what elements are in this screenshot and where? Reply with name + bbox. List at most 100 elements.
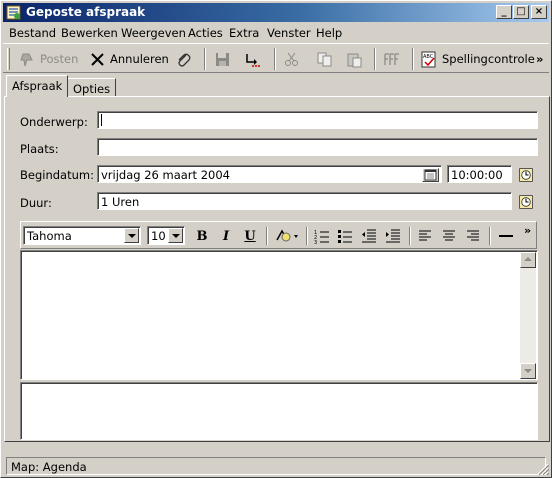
scissors-icon: [285, 52, 298, 66]
tab-afspraak[interactable]: Afspraak: [6, 75, 69, 97]
align-right-button[interactable]: [463, 227, 483, 245]
close-x-icon: [91, 52, 104, 66]
indent-icon: [386, 229, 400, 243]
font-family-value: Tahoma: [27, 229, 72, 243]
bullet-list-button[interactable]: [335, 227, 355, 245]
location-input[interactable]: [97, 138, 538, 156]
toolbar-overflow-chevron[interactable]: »: [536, 49, 543, 69]
attach-button[interactable]: [175, 49, 196, 69]
vertical-scrollbar[interactable]: [520, 252, 536, 379]
format-toolbar: Tahoma 10 B I U 1 2 3 »: [20, 221, 537, 249]
scroll-up-arrow-icon[interactable]: [520, 252, 536, 268]
toolbar-grip[interactable]: [7, 48, 10, 70]
font-family-select[interactable]: Tahoma: [23, 226, 141, 245]
duration-field[interactable]: 1 Uren: [97, 192, 512, 210]
subject-input[interactable]: [97, 111, 538, 129]
clock-icon[interactable]: [519, 168, 533, 182]
title-bar[interactable]: Geposte afspraak _ □ ×: [3, 3, 549, 22]
clock-icon[interactable]: [519, 195, 533, 209]
menu-bewerken[interactable]: Bewerken: [61, 26, 118, 40]
bold-button[interactable]: B: [192, 227, 212, 245]
notes-area[interactable]: [20, 382, 538, 440]
menu-help[interactable]: Help: [316, 26, 342, 40]
svg-text:3: 3: [314, 240, 317, 244]
font-color-button[interactable]: [273, 227, 301, 245]
underline-button[interactable]: U: [240, 227, 260, 245]
font-icon: [384, 52, 399, 65]
window-title: Geposte afspraak: [26, 5, 146, 19]
resize-grip-icon[interactable]: [537, 463, 549, 475]
menu-venster[interactable]: Venster: [267, 26, 311, 40]
copy-icon: [317, 52, 332, 66]
post-button[interactable]: Posten: [19, 49, 78, 69]
align-center-icon: [443, 230, 455, 241]
toolbar-separator: [306, 227, 308, 245]
font-color-icon: [276, 229, 298, 242]
numbered-list-button[interactable]: 1 2 3: [312, 227, 332, 245]
paste-button[interactable]: [346, 49, 367, 69]
menu-bar: Bestand Bewerken Weergeven Acties Extra …: [3, 24, 549, 42]
increase-indent-button[interactable]: [383, 227, 403, 245]
chevron-down-icon[interactable]: [168, 228, 183, 243]
spellcheck-icon: ABC: [421, 51, 436, 67]
status-bar: Map: Agenda: [4, 456, 550, 476]
toolbar-separator: [489, 227, 491, 245]
save-button[interactable]: [214, 49, 235, 69]
start-time-field[interactable]: 10:00:00: [447, 165, 512, 183]
location-label: Plaats:: [20, 142, 59, 156]
start-date-value: vrijdag 26 maart 2004: [101, 168, 230, 182]
tab-strip: Afspraak Opties: [3, 75, 549, 97]
menu-weergeven[interactable]: Weergeven: [121, 26, 186, 40]
duration-label: Duur:: [20, 196, 52, 210]
post-pushpin-icon: [20, 53, 33, 66]
tab-opties[interactable]: Opties: [67, 78, 117, 96]
paperclip-icon: [178, 53, 191, 67]
cut-button[interactable]: [283, 49, 304, 69]
font-size-value: 10: [151, 229, 166, 243]
outdent-icon: [362, 229, 376, 243]
toolbar-separator: [204, 48, 206, 70]
standard-toolbar: Posten Annuleren ABC Spellingcontrole »: [3, 43, 549, 73]
cancel-label: Annuleren: [110, 52, 169, 66]
appointment-window: Geposte afspraak _ □ × Bestand Bewerken …: [0, 0, 552, 478]
align-center-button[interactable]: [439, 227, 459, 245]
menu-extra[interactable]: Extra: [229, 26, 259, 40]
format-overflow-chevron[interactable]: »: [524, 224, 531, 237]
chevron-down-icon[interactable]: [124, 228, 139, 243]
post-label: Posten: [40, 52, 79, 66]
toolbar-separator: [374, 48, 376, 70]
align-left-button[interactable]: [415, 227, 435, 245]
close-button[interactable]: ×: [531, 5, 547, 19]
calendar-icon: [424, 169, 437, 181]
spelling-label: Spellingcontrole: [442, 52, 535, 66]
calendar-dropdown-button[interactable]: [422, 168, 439, 182]
font-size-select[interactable]: 10: [147, 226, 185, 245]
decrease-indent-button[interactable]: [359, 227, 379, 245]
menu-bestand[interactable]: Bestand: [9, 26, 56, 40]
body-editor[interactable]: [20, 250, 538, 380]
toolbar-separator: [409, 227, 411, 245]
subject-label: Onderwerp:: [20, 115, 88, 129]
post-icon: [6, 5, 21, 20]
start-date-field[interactable]: vrijdag 26 maart 2004: [97, 165, 442, 183]
copy-button[interactable]: [316, 49, 337, 69]
status-folder: Map: Agenda: [6, 457, 546, 475]
italic-button[interactable]: I: [216, 227, 236, 245]
start-date-label: Begindatum:: [20, 168, 94, 182]
minimize-button[interactable]: _: [496, 5, 512, 19]
toolbar-separator: [266, 227, 268, 245]
text-caret: [101, 114, 102, 126]
menu-acties[interactable]: Acties: [188, 26, 223, 40]
cancel-button[interactable]: Annuleren: [89, 49, 169, 69]
horizontal-line-button[interactable]: [496, 227, 516, 245]
horizontal-line-icon: [499, 235, 513, 237]
bullet-list-icon: [338, 230, 352, 243]
spelling-button[interactable]: ABC Spellingcontrole: [421, 49, 535, 69]
maximize-button[interactable]: □: [513, 5, 529, 19]
move-button[interactable]: [244, 49, 265, 69]
scroll-down-arrow-icon[interactable]: [520, 363, 536, 379]
paste-icon: [347, 53, 362, 67]
floppy-disk-icon: [216, 52, 229, 66]
toolbar-separator: [274, 48, 276, 70]
font-button[interactable]: [383, 49, 404, 69]
